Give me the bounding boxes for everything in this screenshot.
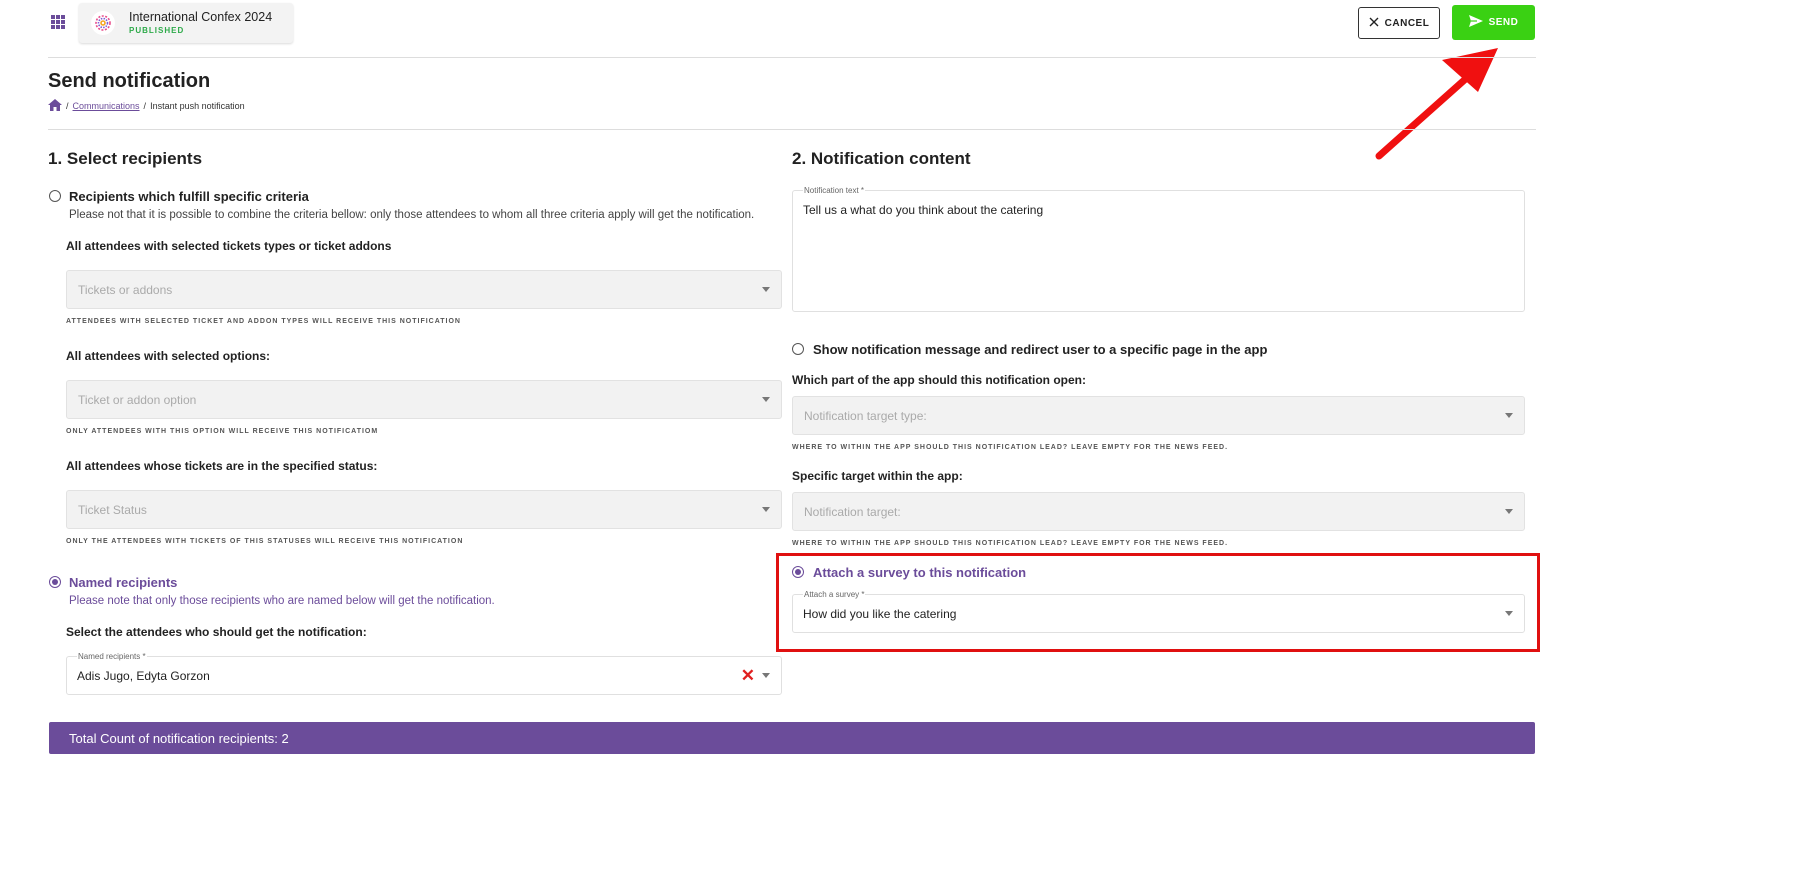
chevron-down-icon <box>1505 509 1513 514</box>
title-divider <box>48 129 1536 130</box>
status-label: All attendees whose tickets are in the s… <box>66 459 378 473</box>
chevron-down-icon <box>762 287 770 292</box>
tickets-label: All attendees with selected tickets type… <box>66 239 392 253</box>
target-select[interactable]: Notification target: <box>792 492 1525 531</box>
header-divider <box>48 57 1536 58</box>
tickets-placeholder: Tickets or addons <box>78 283 173 297</box>
notification-text-label: Notification text * <box>803 186 866 195</box>
options-placeholder: Ticket or addon option <box>78 393 197 407</box>
criteria-option-label[interactable]: Recipients which fulfill specific criter… <box>69 189 309 204</box>
target-placeholder: Notification target: <box>804 505 901 519</box>
status-hint: Only the attendees with tickets of this … <box>66 538 464 545</box>
chevron-down-icon <box>1505 413 1513 418</box>
cancel-label: CANCEL <box>1384 17 1430 29</box>
options-label: All attendees with selected options: <box>66 349 271 363</box>
event-title: International Confex 2024 <box>129 10 273 24</box>
cancel-button[interactable]: CANCEL <box>1358 7 1440 39</box>
target-label: Specific target within the app: <box>792 469 963 483</box>
event-selector[interactable]: International Confex 2024 PUBLISHED <box>79 3 293 43</box>
redirect-option-label[interactable]: Show notification message and redirect u… <box>813 342 1267 357</box>
options-select[interactable]: Ticket or addon option <box>66 380 782 419</box>
tickets-select[interactable]: Tickets or addons <box>66 270 782 309</box>
chevron-down-icon[interactable] <box>762 673 770 678</box>
tickets-hint: Attendees with selected ticket and addon… <box>66 318 461 325</box>
target-type-label: Which part of the app should this notifi… <box>792 373 1086 387</box>
home-icon[interactable] <box>48 99 62 113</box>
annotation-arrow <box>1375 48 1498 160</box>
send-icon <box>1468 15 1483 30</box>
named-recipients-field-label: Named recipients * <box>77 652 147 661</box>
close-icon <box>1369 17 1379 30</box>
status-placeholder: Ticket Status <box>78 503 147 517</box>
chevron-down-icon <box>762 397 770 402</box>
named-select-label: Select the attendees who should get the … <box>66 625 367 639</box>
criteria-radio[interactable] <box>49 190 61 202</box>
named-recipients-select[interactable]: Named recipients * Adis Jugo, Edyta Gorz… <box>66 652 782 695</box>
send-label: SEND <box>1488 17 1519 28</box>
event-status-badge: PUBLISHED <box>129 26 185 35</box>
target-type-placeholder: Notification target type: <box>804 409 927 423</box>
redirect-radio[interactable] <box>792 343 804 355</box>
target-type-hint: Where to within the app should this noti… <box>792 444 1229 451</box>
breadcrumb-communications-link[interactable]: Communications <box>73 101 140 111</box>
notification-text-area[interactable]: Notification text * Tell us a what do yo… <box>792 186 1525 312</box>
send-button[interactable]: SEND <box>1452 5 1535 40</box>
total-recipients-bar: Total Count of notification recipients: … <box>49 722 1535 754</box>
notification-text-value: Tell us a what do you think about the ca… <box>803 203 1044 217</box>
target-hint: Where to within the app should this noti… <box>792 540 1229 547</box>
apps-grid-icon[interactable] <box>51 15 65 29</box>
named-option-label[interactable]: Named recipients <box>69 575 177 590</box>
named-description: Please note that only those recipients w… <box>69 595 495 607</box>
total-recipients-label: Total Count of notification recipients: … <box>69 731 289 746</box>
named-recipients-value: Adis Jugo, Edyta Gorzon <box>77 669 210 683</box>
event-logo <box>91 11 115 35</box>
options-hint: Only attendees with this option will rec… <box>66 428 379 435</box>
annotation-highlight-box <box>776 553 1540 652</box>
recipients-heading: 1. Select recipients <box>48 149 203 168</box>
clear-icon[interactable]: ✕ <box>741 667 755 684</box>
breadcrumb-current: Instant push notification <box>150 101 245 111</box>
content-heading: 2. Notification content <box>792 149 971 168</box>
criteria-description: Please not that it is possible to combin… <box>69 209 755 221</box>
breadcrumb: / Communications / Instant push notifica… <box>48 99 245 113</box>
status-select[interactable]: Ticket Status <box>66 490 782 529</box>
page-title: Send notification <box>48 70 211 92</box>
target-type-select[interactable]: Notification target type: <box>792 396 1525 435</box>
named-recipients-radio[interactable] <box>49 576 61 588</box>
chevron-down-icon <box>762 507 770 512</box>
